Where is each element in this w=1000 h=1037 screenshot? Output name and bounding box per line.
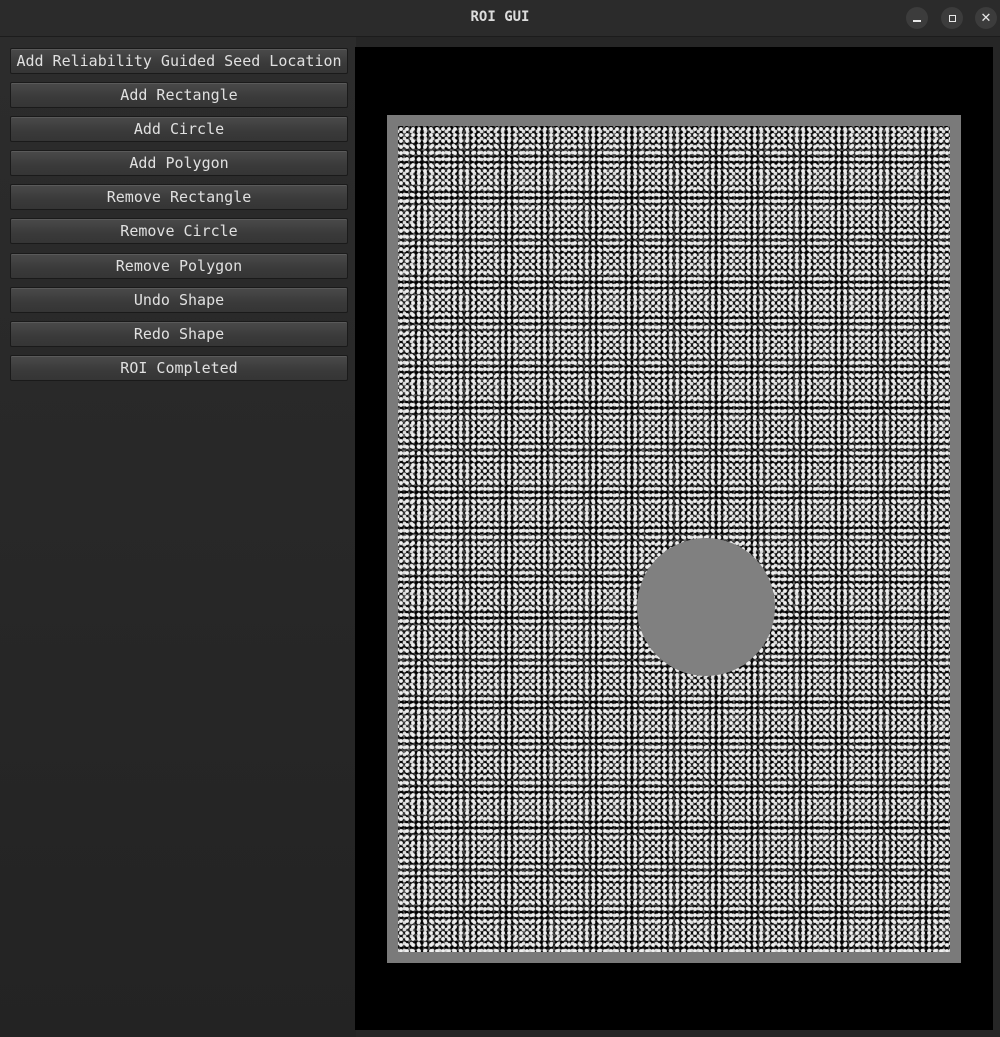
app-window: ROI GUI ✕ Add Reliability Guided Seed Lo… [0, 0, 1000, 1037]
speckle-image[interactable] [398, 126, 950, 952]
roi-completed-button[interactable]: ROI Completed [10, 355, 348, 381]
add-rectangle-button[interactable]: Add Rectangle [10, 82, 348, 108]
add-circle-button[interactable]: Add Circle [10, 116, 348, 142]
maximize-icon [948, 14, 956, 22]
title-bar[interactable]: ROI GUI ✕ [0, 0, 1000, 37]
roi-canvas[interactable] [355, 47, 993, 1030]
redo-shape-button[interactable]: Redo Shape [10, 321, 348, 347]
close-icon: ✕ [980, 10, 992, 26]
remove-circle-button[interactable]: Remove Circle [10, 218, 348, 244]
minimize-button[interactable] [906, 7, 928, 29]
minimize-icon [913, 20, 921, 22]
add-seed-location-button[interactable]: Add Reliability Guided Seed Location [10, 48, 348, 74]
close-button[interactable]: ✕ [975, 7, 997, 29]
undo-shape-button[interactable]: Undo Shape [10, 287, 348, 313]
image-border [387, 115, 961, 963]
add-polygon-button[interactable]: Add Polygon [10, 150, 348, 176]
maximize-button[interactable] [941, 7, 963, 29]
roi-circle-shape[interactable] [637, 538, 775, 676]
remove-rectangle-button[interactable]: Remove Rectangle [10, 184, 348, 210]
remove-polygon-button[interactable]: Remove Polygon [10, 253, 348, 279]
window-title: ROI GUI [470, 9, 530, 25]
tool-sidebar: Add Reliability Guided Seed Location Add… [0, 37, 356, 1037]
